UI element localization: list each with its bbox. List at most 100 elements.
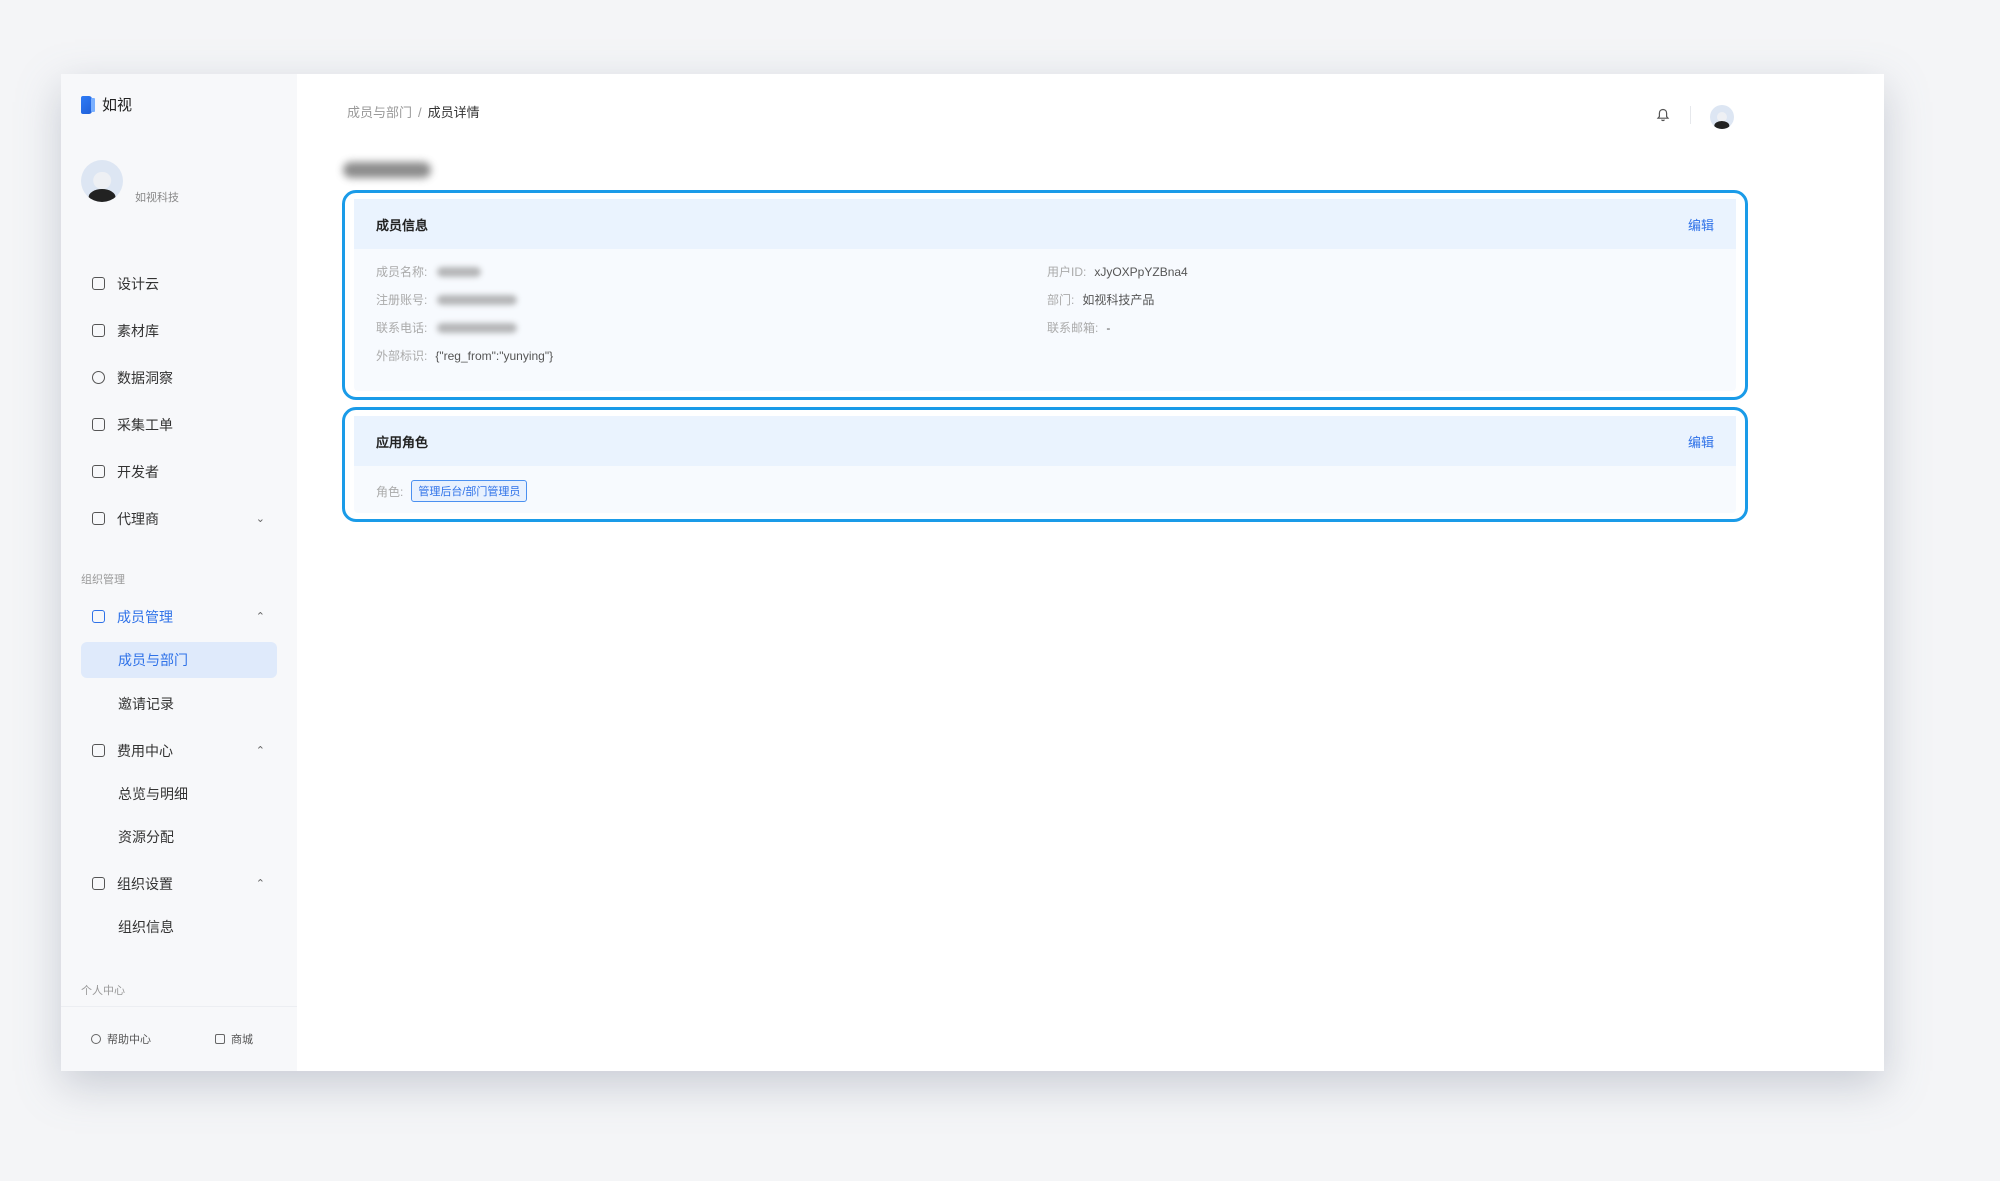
field-label: 用户ID: [1047, 265, 1087, 279]
account-redacted [437, 294, 518, 305]
field-label: 外部标识: [376, 349, 428, 363]
folder-icon [92, 324, 105, 337]
card-header: 成员信息 编辑 [354, 199, 1736, 249]
chevron-up-icon: ⌃ [255, 611, 265, 623]
sidebar: 如视 如视科技 设计云 素材库 数据洞察 采集工单 开发者 代理商 ⌄ 组织管理… [61, 74, 297, 1071]
clipboard-icon [92, 418, 105, 431]
email-value: - [1106, 320, 1111, 335]
nav-label: 组织设置 [117, 875, 173, 892]
field-label: 角色: [376, 484, 404, 499]
monitor-icon [92, 277, 105, 290]
department-value: 如视科技产品 [1082, 293, 1155, 307]
nav-label: 设计云 [117, 275, 159, 292]
section-label-org: 组织管理 [81, 574, 125, 586]
nav-label: 成员管理 [117, 608, 173, 625]
users-icon [92, 610, 105, 623]
external-id-value: {"reg_from":"yunying"} [435, 348, 554, 363]
breadcrumb-separator: / [418, 105, 422, 120]
logo-icon [81, 95, 95, 114]
external-id-field: 外部标识: {"reg_from":"yunying"} [376, 347, 553, 364]
nav-item-members-departments[interactable]: 成员与部门 [81, 642, 277, 678]
phone-redacted [437, 322, 518, 333]
nav-label: 代理商 [117, 510, 159, 527]
user-id-field: 用户ID: xJyOXPpYZBna4 [1047, 263, 1188, 280]
main-nav: 设计云 素材库 数据洞察 采集工单 开发者 代理商 ⌄ [81, 260, 277, 542]
nav-item-invite-records[interactable]: 邀请记录 [81, 682, 277, 725]
nav-item-overview-details[interactable]: 总览与明细 [81, 772, 277, 815]
sidebar-footer: 帮助中心 商城 [61, 1006, 297, 1071]
nav-item-member-mgmt[interactable]: 成员管理 ⌃ [81, 595, 277, 638]
breadcrumb-link[interactable]: 成员与部门 [347, 105, 412, 120]
card-header: 应用角色 编辑 [354, 416, 1736, 466]
chevron-up-icon: ⌃ [255, 878, 265, 890]
bell-icon[interactable] [1656, 108, 1670, 122]
department-field: 部门: 如视科技产品 [1047, 291, 1154, 308]
code-icon [92, 465, 105, 478]
breadcrumb: 成员与部门 / 成员详情 [347, 102, 480, 121]
wallet-icon [92, 744, 105, 757]
email-field: 联系邮箱: - [1047, 319, 1110, 336]
nav-item-fee-center[interactable]: 费用中心 ⌃ [81, 729, 277, 772]
nav-item-resource-allocation[interactable]: 资源分配 [81, 815, 277, 858]
field-label: 联系邮箱: [1047, 321, 1099, 335]
nav-item-developer[interactable]: 开发者 [81, 448, 277, 495]
member-info-card: 成员信息 编辑 成员名称: 注册账号: 联系电话: 外部标识: {"reg_fr… [342, 190, 1748, 400]
nav-item-design-cloud[interactable]: 设计云 [81, 260, 277, 307]
org-avatar[interactable] [81, 160, 123, 202]
shopping-bag-icon [215, 1034, 225, 1044]
pie-chart-icon [92, 371, 105, 384]
nav-label: 资源分配 [118, 828, 174, 845]
edit-member-info-button[interactable]: 编辑 [1688, 215, 1714, 234]
header-divider [1690, 106, 1691, 124]
chevron-up-icon: ⌃ [255, 745, 265, 757]
logo[interactable]: 如视 [81, 94, 132, 115]
help-icon [91, 1034, 101, 1044]
nav-item-assets[interactable]: 素材库 [81, 307, 277, 354]
shield-icon [92, 877, 105, 890]
section-label-personal: 个人中心 [81, 985, 125, 997]
nav-label: 素材库 [117, 322, 159, 339]
phone-field: 联系电话: [376, 319, 518, 336]
nav-item-work-orders[interactable]: 采集工单 [81, 401, 277, 448]
main-content: 成员与部门 / 成员详情 成员信息 编辑 成员名称: 注册账号: 联系电话: 外… [297, 74, 1884, 1071]
nav-item-org-info[interactable]: 组织信息 [81, 905, 277, 948]
nav-label: 采集工单 [117, 416, 173, 433]
app-window: 如视 如视科技 设计云 素材库 数据洞察 采集工单 开发者 代理商 ⌄ 组织管理… [61, 74, 1884, 1071]
role-field: 角色: 管理后台/部门管理员 [376, 480, 528, 502]
field-label: 联系电话: [376, 321, 428, 335]
store-link[interactable]: 商城 [215, 1031, 253, 1047]
chevron-down-icon: ⌄ [255, 513, 265, 525]
account-field: 注册账号: [376, 291, 518, 308]
nav-label: 邀请记录 [118, 695, 174, 712]
member-name-title-redacted [343, 162, 431, 178]
card-title: 成员信息 [376, 217, 429, 233]
nav-label: 开发者 [117, 463, 159, 480]
role-tag: 管理后台/部门管理员 [411, 480, 528, 502]
app-roles-card: 应用角色 编辑 角色: 管理后台/部门管理员 [342, 407, 1748, 522]
nav-label: 数据洞察 [117, 369, 173, 386]
user-id-value: xJyOXPpYZBna4 [1094, 264, 1188, 279]
nav-label: 费用中心 [117, 742, 173, 759]
nav-item-org-settings[interactable]: 组织设置 ⌃ [81, 862, 277, 905]
brand-name: 如视 [102, 97, 133, 114]
user-avatar[interactable] [1710, 105, 1734, 129]
org-name: 如视科技 [135, 192, 179, 204]
nav-item-agent[interactable]: 代理商 ⌄ [81, 495, 277, 542]
member-name-field: 成员名称: [376, 263, 482, 280]
nav-label: 总览与明细 [118, 785, 188, 802]
org-nav: 成员管理 ⌃ 成员与部门 邀请记录 费用中心 ⌃ 总览与明细 资源分配 组织设置… [81, 595, 277, 948]
help-center-link[interactable]: 帮助中心 [91, 1031, 151, 1047]
nav-item-insights[interactable]: 数据洞察 [81, 354, 277, 401]
field-label: 部门: [1047, 293, 1075, 307]
edit-roles-button[interactable]: 编辑 [1688, 432, 1714, 451]
store-label: 商城 [231, 1034, 253, 1046]
member-name-redacted [437, 266, 482, 277]
nav-label: 组织信息 [118, 918, 174, 935]
card-title: 应用角色 [376, 434, 429, 450]
field-label: 注册账号: [376, 293, 428, 307]
breadcrumb-current: 成员详情 [427, 105, 480, 120]
nav-label: 成员与部门 [118, 652, 188, 668]
field-label: 成员名称: [376, 265, 428, 279]
briefcase-icon [92, 512, 105, 525]
help-label: 帮助中心 [107, 1034, 151, 1046]
